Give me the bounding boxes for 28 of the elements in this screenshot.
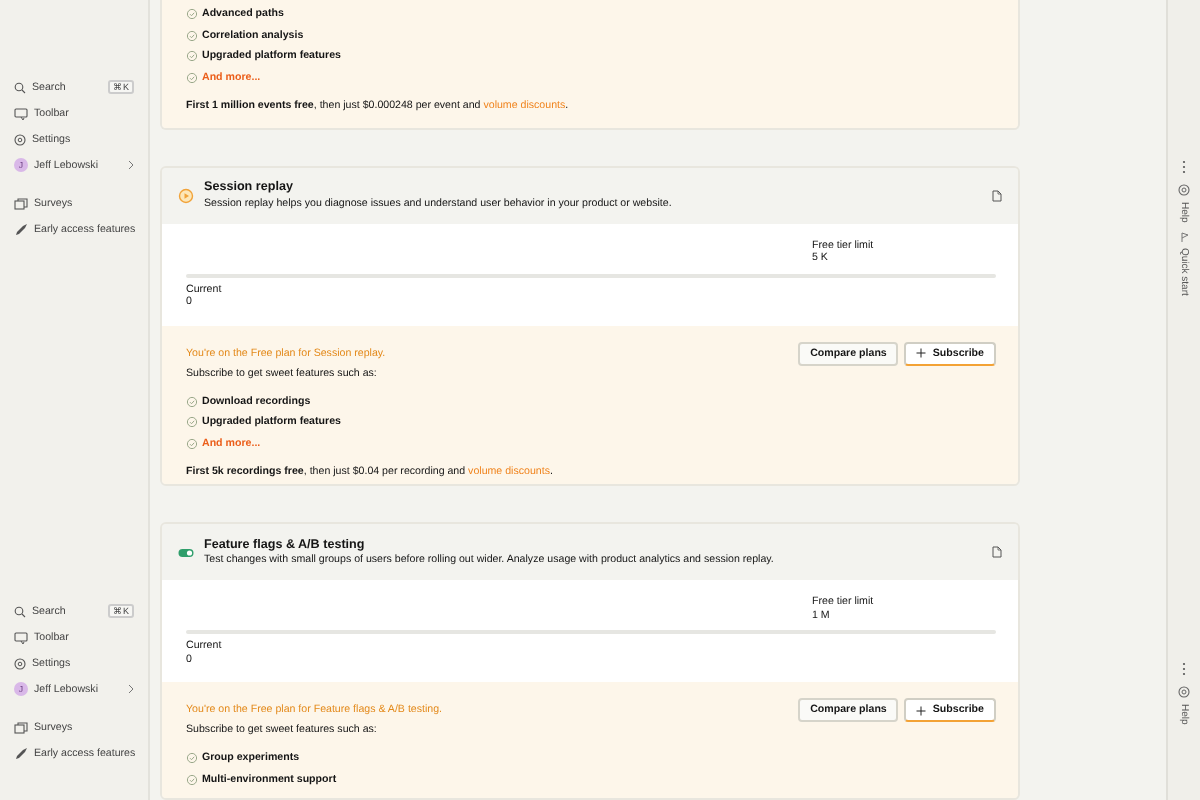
search-icon xyxy=(14,605,26,617)
check-circle-icon xyxy=(186,29,198,42)
toolbar-icon xyxy=(14,631,28,643)
check-circle-icon xyxy=(186,437,198,450)
help-icon xyxy=(1178,686,1190,699)
plus-icon xyxy=(916,705,927,716)
document-icon xyxy=(992,189,1002,202)
gear-icon xyxy=(14,133,26,145)
chevron-right-icon xyxy=(128,160,134,170)
toggle-icon xyxy=(178,547,194,558)
search-icon xyxy=(14,81,26,93)
check-circle-icon xyxy=(186,752,198,765)
check-circle-icon xyxy=(186,416,198,429)
check-circle-icon xyxy=(186,395,198,408)
check-circle-icon xyxy=(186,773,198,786)
toolbar-icon xyxy=(14,107,28,119)
document-icon xyxy=(992,546,1002,559)
gear-icon xyxy=(14,657,26,669)
plus-icon xyxy=(916,348,927,359)
surveys-icon xyxy=(14,197,28,209)
check-circle-icon xyxy=(186,50,198,63)
play-circle-icon xyxy=(178,187,194,204)
check-circle-icon xyxy=(186,71,198,84)
check-circle-icon xyxy=(186,8,198,21)
chevron-right-icon xyxy=(128,684,134,694)
help-icon xyxy=(1178,184,1190,196)
flag-icon xyxy=(1179,232,1189,243)
surveys-icon xyxy=(14,721,28,733)
